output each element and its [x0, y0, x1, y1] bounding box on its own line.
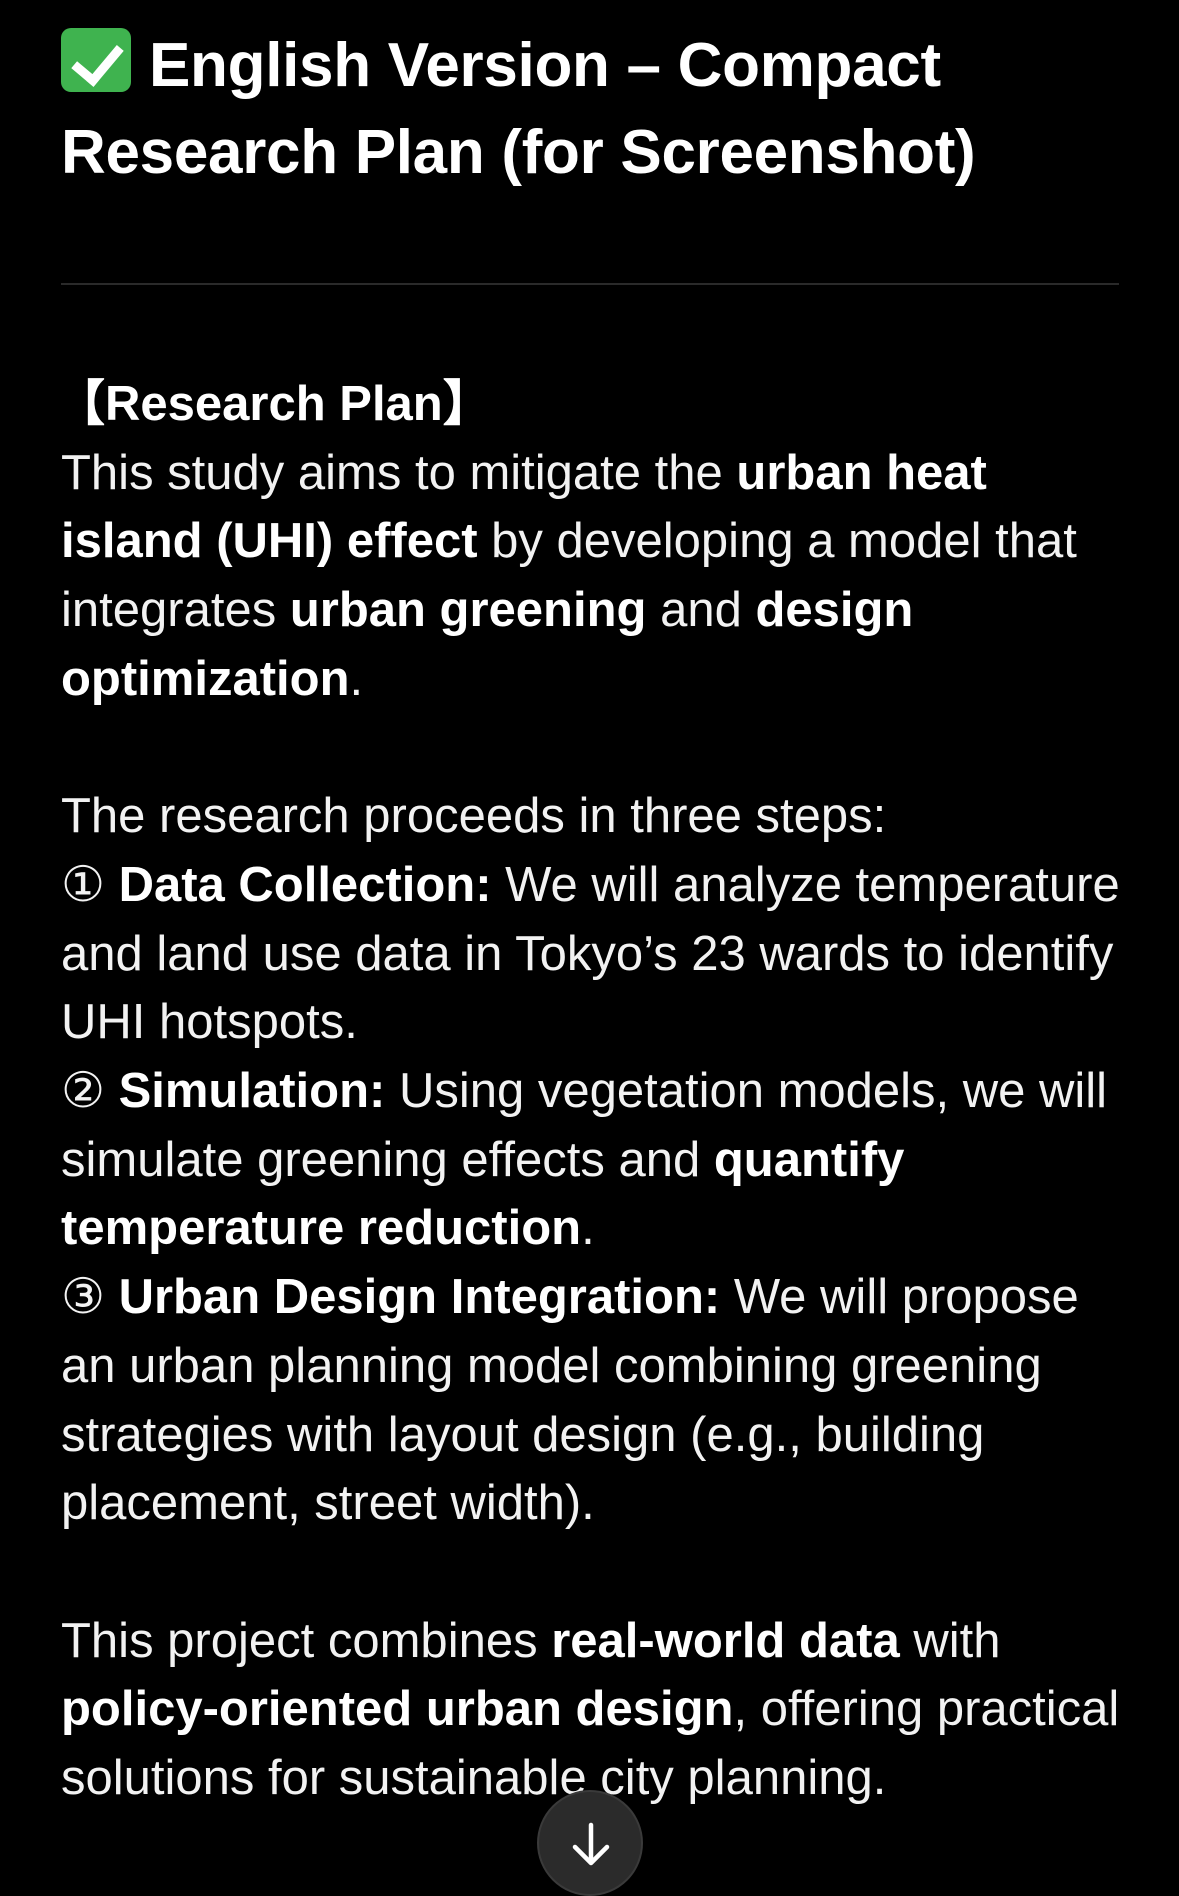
conclusion-paragraph: This project combines real-world data wi… — [61, 1613, 1120, 1806]
check-mark-icon — [61, 28, 131, 92]
research-plan-body: 【Research Plan】 This study aims to mitig… — [56, 370, 1126, 1813]
step-item: ③ Urban Design Integration: We will prop… — [61, 1270, 1079, 1531]
arrow-down-icon — [572, 1822, 610, 1866]
page-title: English Version – Compact Research Plan … — [61, 22, 1121, 196]
step-number: ③ — [61, 1270, 105, 1325]
step-number: ② — [61, 1064, 105, 1119]
divider — [61, 283, 1119, 285]
step-item: ① Data Collection: We will analyze tempe… — [61, 857, 1120, 1050]
section-label: 【Research Plan】 — [56, 377, 492, 431]
intro-paragraph: This study aims to mitigate the urban he… — [61, 445, 1077, 706]
step-title: Urban Design Integration: — [118, 1270, 721, 1325]
step-title: Simulation: — [118, 1064, 386, 1119]
message-content: English Version – Compact Research Plan … — [61, 22, 1121, 196]
step-item: ② Simulation: Using vegetation models, w… — [61, 1064, 1108, 1256]
steps-intro: The research proceeds in three steps: — [61, 789, 887, 844]
title-text: English Version – Compact Research Plan … — [61, 31, 976, 187]
step-title: Data Collection: — [118, 857, 492, 912]
step-number: ① — [61, 857, 105, 912]
scroll-down-button[interactable] — [537, 1790, 643, 1896]
